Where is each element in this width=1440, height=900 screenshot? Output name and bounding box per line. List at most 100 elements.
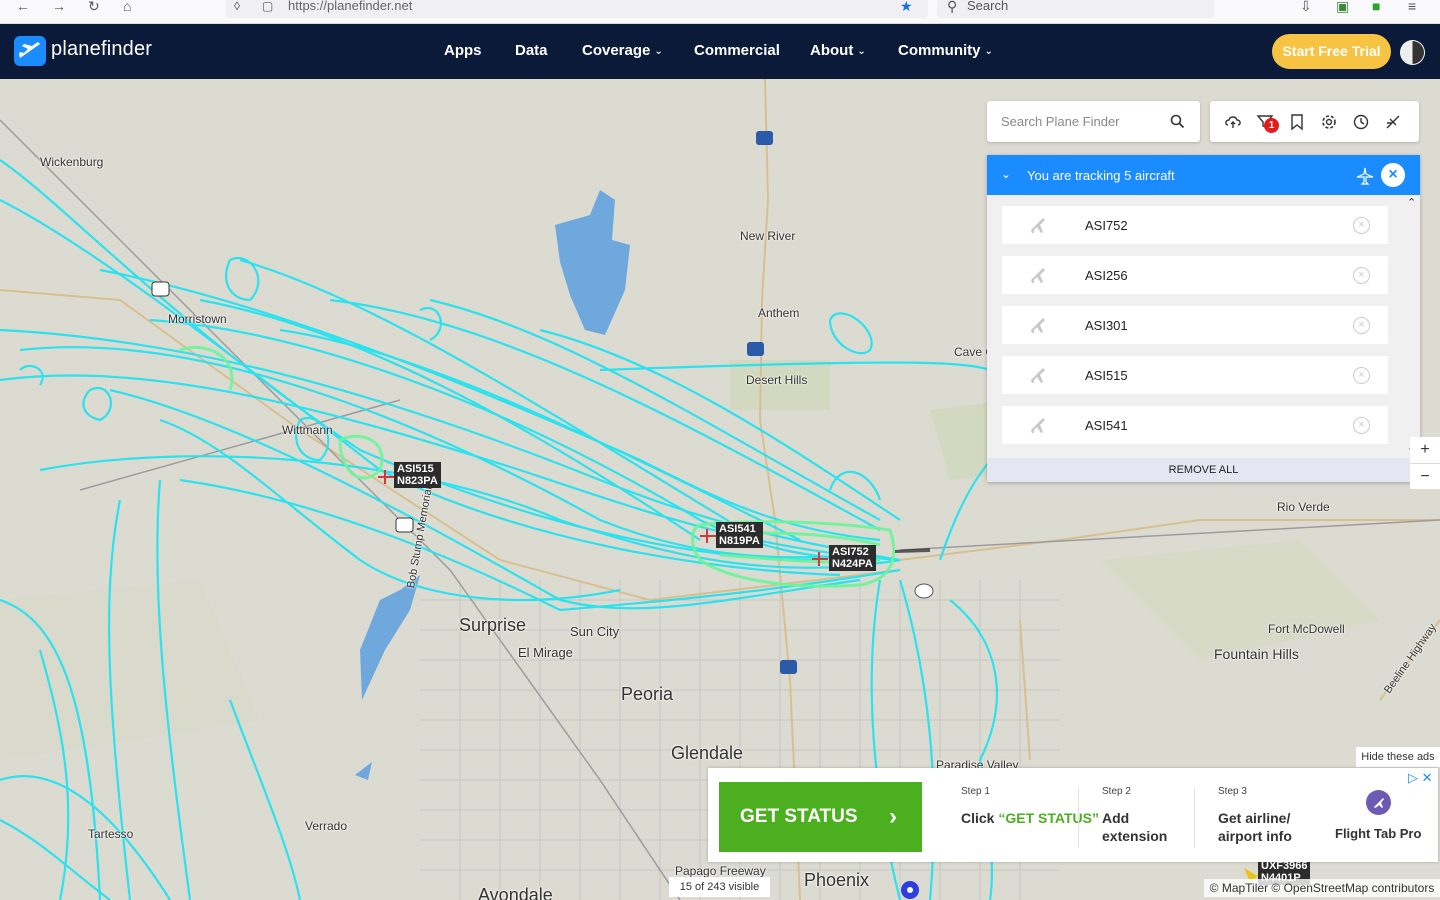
search-icon: ⚲ <box>947 0 958 14</box>
place-label: Avondale <box>478 885 553 900</box>
tracking-panel-title: You are tracking 5 aircraft <box>1027 168 1175 183</box>
browser-search-box[interactable]: ⚲ Search <box>937 0 1214 18</box>
user-avatar[interactable] <box>1400 40 1425 65</box>
nav-coverage[interactable]: Coverage ⌄ <box>582 42 663 59</box>
tracked-aircraft-item[interactable]: ASI256 × <box>1002 256 1388 294</box>
adchoices-icon[interactable]: ▷ ✕ <box>1408 770 1433 786</box>
tracked-aircraft-callsign: ASI301 <box>1085 318 1128 333</box>
place-label: Sun City <box>570 624 620 639</box>
plane-outline-icon <box>1356 167 1374 185</box>
divider <box>1194 788 1195 848</box>
chevron-down-icon[interactable]: ⌄ <box>1001 167 1011 181</box>
flight-callsign: ASI752 <box>832 546 869 558</box>
place-label: Wickenburg <box>40 155 104 169</box>
place-label: Rio Verde <box>1277 500 1330 514</box>
forward-icon[interactable]: → <box>52 0 66 14</box>
place-label: Verrado <box>305 819 348 833</box>
ad-step-text: Get airline/ airport info <box>1218 810 1292 844</box>
airport-icon[interactable] <box>1384 113 1402 131</box>
start-free-trial-button[interactable]: Start Free Trial <box>1272 34 1391 69</box>
nav-community[interactable]: Community ⌄ <box>898 42 993 59</box>
chevron-right-icon: › <box>889 803 897 830</box>
search-icon[interactable] <box>1170 114 1185 129</box>
flight-callsign: ASI541 <box>719 523 756 535</box>
close-tracking-button[interactable]: × <box>1381 163 1405 187</box>
tracked-aircraft-item[interactable]: ASI301 × <box>1002 306 1388 344</box>
remove-aircraft-button[interactable]: × <box>1353 267 1370 284</box>
hide-ads-link[interactable]: Hide these ads <box>1356 747 1440 767</box>
remove-aircraft-button[interactable]: × <box>1353 217 1370 234</box>
logo-text[interactable]: planefinder <box>51 38 152 61</box>
nav-apps-label: Apps <box>444 42 482 59</box>
ad-step-2: Step 2 Add extension <box>1102 786 1182 845</box>
shield-icon: ◊ <box>234 0 240 13</box>
reload-icon[interactable]: ↻ <box>88 0 100 14</box>
nav-apps[interactable]: Apps <box>444 42 482 59</box>
place-label: New River <box>740 229 796 243</box>
home-icon[interactable]: ⌂ <box>123 0 131 14</box>
browser-toolbar: ← → ↻ ⌂ ◊ ▢ https://planefinder.net ★ ⚲ … <box>0 0 1440 24</box>
divider <box>1078 788 1079 848</box>
tracked-aircraft-item[interactable]: ASI515 × <box>1002 356 1388 394</box>
tracking-panel: ⌄ You are tracking 5 aircraft × ASI752 ×… <box>987 155 1420 482</box>
bookmark-star-icon[interactable]: ★ <box>900 0 913 14</box>
aircraft-icon <box>1030 418 1045 433</box>
flight-registration: N819PA <box>719 535 760 547</box>
download-icon[interactable]: ⇩ <box>1300 0 1312 14</box>
place-label: Peoria <box>621 684 674 704</box>
place-label: Papago Freeway <box>675 864 766 878</box>
tracked-aircraft-item[interactable]: ASI541 × <box>1002 406 1388 444</box>
tracked-aircraft-item[interactable]: ASI752 × <box>1002 206 1388 244</box>
remove-aircraft-button[interactable]: × <box>1353 367 1370 384</box>
flight-label-asi752[interactable]: ASI752 N424PA <box>829 545 876 571</box>
get-status-button[interactable]: GET STATUS › <box>719 782 922 852</box>
tracked-aircraft-callsign: ASI752 <box>1085 218 1128 233</box>
extension-icon[interactable]: ▣ <box>1336 0 1349 14</box>
extension-green-icon[interactable]: ■ <box>1372 0 1380 14</box>
tracked-aircraft-callsign: ASI256 <box>1085 268 1128 283</box>
ad-banner: GET STATUS › Step 1 Click “GET STATUS” St… <box>708 768 1438 862</box>
tracked-aircraft-callsign: ASI541 <box>1085 418 1128 433</box>
flight-label-asi515[interactable]: ASI515 N823PA <box>394 462 441 488</box>
ad-brand-name: Flight Tab Pro <box>1335 826 1422 841</box>
nav-data[interactable]: Data <box>515 42 548 59</box>
ad-step-text: Add extension <box>1102 810 1168 844</box>
url-bar[interactable]: ◊ ▢ https://planefinder.net ★ <box>226 0 928 18</box>
nav-commercial[interactable]: Commercial <box>694 42 780 59</box>
zoom-in-button[interactable]: + <box>1410 437 1440 463</box>
settings-icon[interactable] <box>1320 113 1338 131</box>
aircraft-icon <box>1030 218 1045 233</box>
back-icon[interactable]: ← <box>16 0 30 14</box>
history-icon[interactable] <box>1352 113 1370 131</box>
nav-about[interactable]: About ⌄ <box>810 42 866 59</box>
place-label: Fountain Hills <box>1214 646 1299 662</box>
plane-search-input[interactable] <box>1001 111 1161 131</box>
get-status-label: GET STATUS <box>740 806 858 827</box>
zoom-out-button[interactable]: − <box>1410 463 1440 489</box>
place-label: Desert Hills <box>746 373 808 387</box>
place-label: Surprise <box>459 615 527 635</box>
place-label: Tartesso <box>88 827 134 841</box>
aircraft-icon <box>1030 368 1045 383</box>
bookmark-icon[interactable] <box>1288 113 1306 131</box>
chevron-down-icon: ⌄ <box>654 46 663 57</box>
flight-label-asi541[interactable]: ASI541 N819PA <box>716 522 763 548</box>
remove-aircraft-button[interactable]: × <box>1353 417 1370 434</box>
planefinder-logo-icon[interactable] <box>14 36 46 66</box>
aircraft-icon <box>1030 318 1045 333</box>
ad-step-label: Step 2 <box>1102 786 1131 797</box>
visible-count: 15 of 243 visible <box>669 877 770 897</box>
tracked-aircraft-callsign: ASI515 <box>1085 368 1128 383</box>
remove-aircraft-button[interactable]: × <box>1353 317 1370 334</box>
scroll-up-icon[interactable]: ⌃ <box>1407 196 1416 209</box>
browser-search-placeholder: Search <box>967 0 1009 13</box>
remove-all-button[interactable]: REMOVE ALL <box>987 458 1420 482</box>
tracking-panel-header[interactable]: ⌄ You are tracking 5 aircraft × <box>987 155 1420 195</box>
logo-text-plane: plane <box>51 38 101 60</box>
filter-count-badge: 1 <box>1264 118 1279 133</box>
cloud-upload-icon[interactable] <box>1224 113 1242 131</box>
map-toolbar <box>1210 101 1419 142</box>
map-attribution[interactable]: © MapTiler © OpenStreetMap contributors <box>1204 879 1440 897</box>
menu-icon[interactable]: ≡ <box>1408 0 1416 14</box>
flight-tab-pro-logo-icon <box>1366 790 1391 815</box>
